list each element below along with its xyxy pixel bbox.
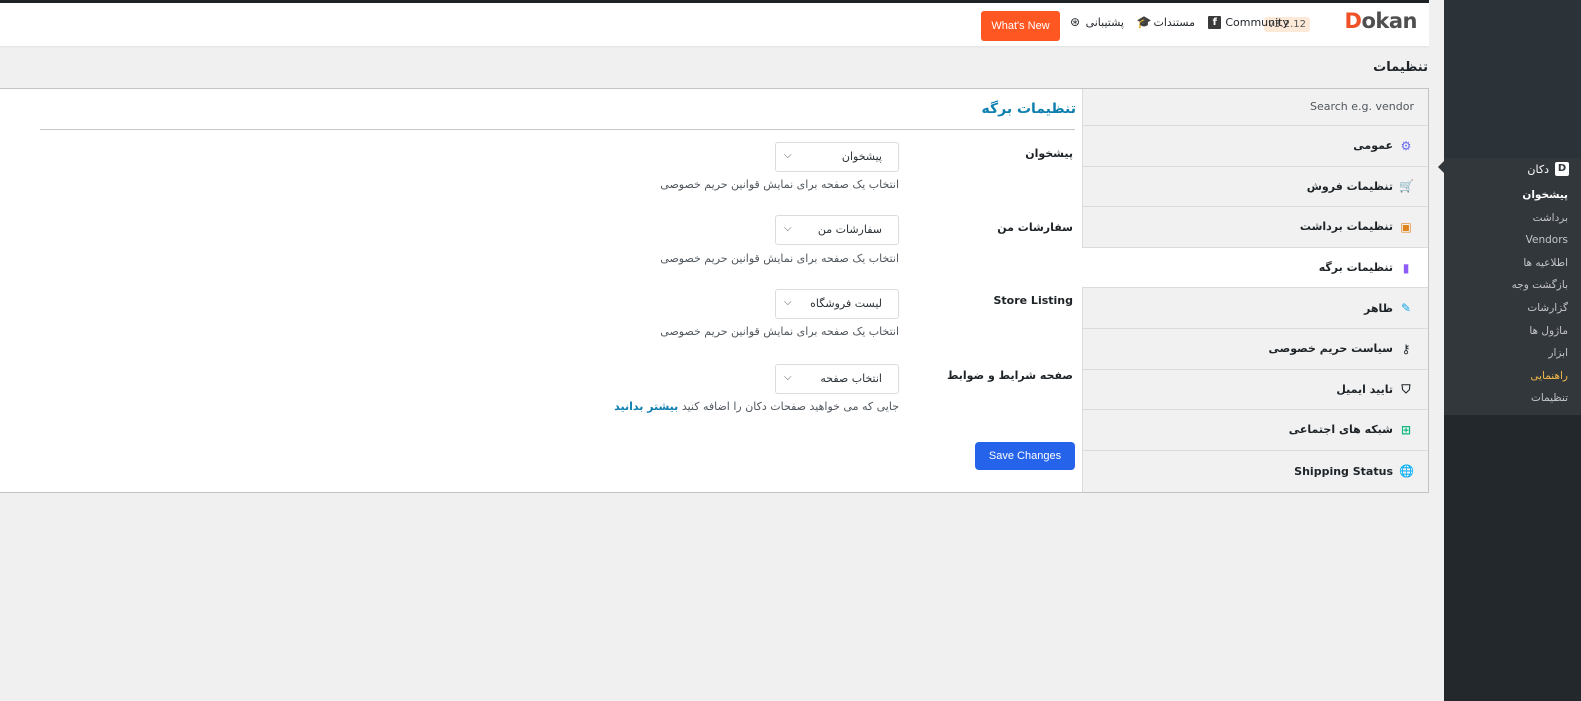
dashboard-field-description: انتخاب یک صفحه برای نمایش قوانین حریم خص… — [660, 178, 899, 191]
select-value: سفارشات من — [817, 223, 882, 236]
settings-nav: Search e.g. vendor عمومی ⚙ تنظیمات فروش … — [1082, 89, 1428, 492]
dokan-logo[interactable]: Dokan — [1344, 9, 1418, 33]
settings-card: تنظیمات برگه پیشخوان پیشخوان ⌵ انتخاب یک… — [0, 88, 1429, 493]
my-orders-field-label: سفارشات من — [997, 221, 1073, 234]
wp-submenu-announcements[interactable]: اطلاعیه ها — [1444, 252, 1581, 275]
wp-menu-dokan[interactable]: دکان D — [1444, 158, 1581, 180]
store-listing-field-label: Store Listing — [993, 294, 1073, 307]
support-label: پشتیبانی — [1085, 16, 1124, 29]
wp-submenu-refunds[interactable]: بازگشت وجه — [1444, 274, 1581, 297]
wp-submenu-modules[interactable]: ماژول ها — [1444, 320, 1581, 343]
form-divider — [40, 129, 1075, 130]
chevron-down-icon: ⌵ — [784, 372, 792, 383]
network-icon: ⊞ — [1400, 422, 1412, 437]
support-link[interactable]: ⊛ پشتیبانی — [1069, 15, 1124, 30]
page-icon: ▮ — [1402, 260, 1410, 275]
logo-text: okan — [1361, 9, 1417, 33]
wp-submenu-help[interactable]: راهنمایی — [1444, 365, 1581, 388]
lifebuoy-icon: ⊛ — [1070, 15, 1081, 29]
nav-item-label: سیاست حریم خصوصی — [1268, 342, 1393, 356]
wp-submenu-tools[interactable]: ابزار — [1444, 342, 1581, 365]
whats-new-button[interactable]: What's New — [981, 11, 1060, 41]
nav-item-pages[interactable]: تنظیمات برگه ▮ — [1082, 247, 1428, 289]
current-menu-arrow — [1438, 161, 1444, 173]
community-label: Community — [1225, 16, 1289, 29]
nav-item-label: تایید ایمیل — [1336, 382, 1393, 396]
nav-item-selling[interactable]: تنظیمات فروش 🛒 — [1083, 167, 1428, 208]
store-listing-field-description: انتخاب یک صفحه برای نمایش قوانین حریم خص… — [660, 325, 899, 338]
docs-label: مستندات — [1153, 16, 1195, 29]
dashboard-page-select[interactable]: پیشخوان ⌵ — [775, 142, 899, 172]
wp-submenu: پیشخوان برداشت Vendors اطلاعیه ها بازگشت… — [1444, 180, 1581, 410]
wp-submenu-dashboard[interactable]: پیشخوان — [1444, 184, 1581, 207]
nav-item-label: تنظیمات برگه — [1318, 261, 1393, 275]
terms-page-select[interactable]: انتخاب صفحه ⌵ — [775, 364, 899, 394]
terms-field-description: جایی که می خواهید صفحات دکان را اضافه کن… — [614, 400, 899, 413]
logo-letter: D — [1344, 9, 1362, 33]
select-value: انتخاب صفحه — [820, 372, 882, 385]
chevron-down-icon: ⌵ — [784, 223, 792, 234]
my-orders-page-select[interactable]: سفارشات من ⌵ — [775, 215, 899, 245]
terms-field-label: صفحه شرایط و ضوابط — [946, 369, 1073, 382]
wp-menu-top — [1444, 0, 1581, 158]
select-value: لیست فروشگاه — [810, 297, 882, 310]
dokan-icon: D — [1555, 162, 1569, 176]
page-title: تنظیمات — [1373, 60, 1428, 75]
community-link[interactable]: f Community — [1208, 16, 1289, 29]
nav-item-shipping-status[interactable]: Shipping Status 🌐 — [1083, 451, 1428, 492]
nav-item-label: شبکه های اجتماعی — [1288, 423, 1393, 437]
wp-submenu-vendors[interactable]: Vendors — [1444, 229, 1581, 252]
nav-item-general[interactable]: عمومی ⚙ — [1083, 126, 1428, 167]
facebook-icon: f — [1208, 16, 1222, 29]
graduation-cap-icon: 🎓 — [1136, 15, 1152, 29]
chevron-down-icon: ⌵ — [784, 150, 792, 161]
nav-item-appearance[interactable]: ظاهر ✎ — [1083, 288, 1428, 329]
nav-item-withdraw[interactable]: تنظیمات برداشت ▣ — [1083, 207, 1428, 248]
brush-icon: ✎ — [1400, 301, 1412, 316]
my-orders-field-description: انتخاب یک صفحه برای نمایش قوانین حریم خص… — [660, 252, 899, 265]
dashboard-field-label: پیشخوان — [1025, 147, 1073, 160]
terms-description-text: جایی که می خواهید صفحات دکان را اضافه کن… — [681, 400, 899, 413]
store-listing-page-select[interactable]: لیست فروشگاه ⌵ — [775, 289, 899, 319]
nav-item-social[interactable]: شبکه های اجتماعی ⊞ — [1083, 410, 1428, 451]
nav-item-label: تنظیمات برداشت — [1299, 220, 1393, 234]
chevron-down-icon: ⌵ — [784, 297, 792, 308]
content-gutter — [1429, 0, 1444, 701]
wp-submenu-reports[interactable]: گزارشات — [1444, 297, 1581, 320]
key-icon: ⚷ — [1401, 341, 1411, 356]
nav-item-label: ظاهر — [1364, 301, 1393, 315]
nav-item-label: Shipping Status — [1294, 464, 1393, 478]
form-title: تنظیمات برگه — [981, 101, 1076, 117]
select-value: پیشخوان — [841, 150, 882, 163]
wp-menu-dokan-label: دکان — [1527, 162, 1549, 176]
nav-item-label: عمومی — [1353, 139, 1393, 153]
save-changes-button[interactable]: Save Changes — [975, 442, 1075, 470]
learn-more-link[interactable]: بیشتر بدانید — [614, 400, 678, 413]
withdraw-icon: ▣ — [1400, 219, 1412, 234]
shield-icon: ⛉ — [1401, 382, 1411, 397]
cart-icon: 🛒 — [1399, 179, 1414, 194]
settings-search-input[interactable]: Search e.g. vendor — [1083, 89, 1428, 126]
nav-item-privacy[interactable]: سیاست حریم خصوصی ⚷ — [1083, 329, 1428, 370]
wp-admin-sidebar: دکان D پیشخوان برداشت Vendors اطلاعیه ها… — [1438, 0, 1581, 701]
docs-link[interactable]: 🎓 مستندات — [1136, 15, 1195, 30]
wp-dokan-menu: دکان D پیشخوان برداشت Vendors اطلاعیه ها… — [1438, 158, 1581, 415]
nav-item-label: تنظیمات فروش — [1306, 179, 1393, 193]
wp-submenu-withdraw[interactable]: برداشت — [1444, 207, 1581, 230]
wp-menu-bottom — [1444, 415, 1581, 701]
nav-item-email-verification[interactable]: تایید ایمیل ⛉ — [1083, 370, 1428, 411]
dokan-header: Dokan v3.2.12 f Community 🎓 مستندات ⊛ پش… — [0, 3, 1429, 46]
globe-icon: 🌐 — [1399, 464, 1414, 479]
gear-icon: ⚙ — [1400, 138, 1412, 153]
wp-submenu-settings[interactable]: تنظیمات — [1444, 387, 1581, 410]
